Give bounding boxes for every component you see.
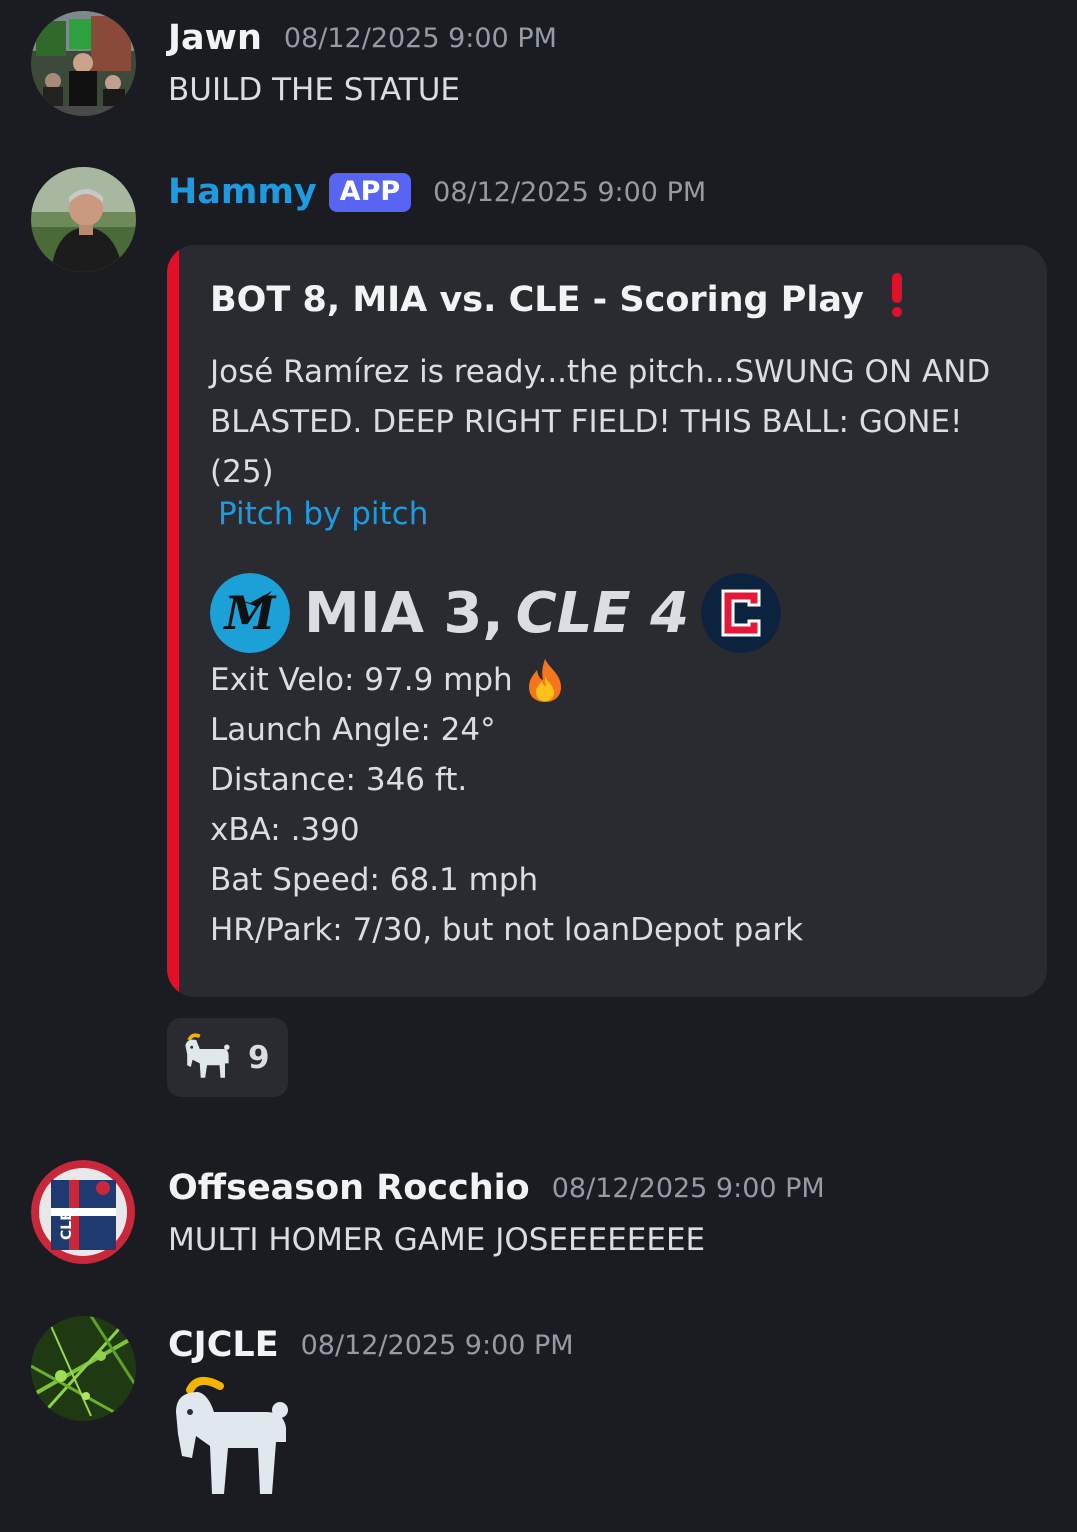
svg-text:M: M — [223, 586, 278, 640]
username[interactable]: Hammy — [168, 172, 317, 212]
svg-text:CLE: CLE — [59, 1211, 75, 1240]
username[interactable]: Offseason Rocchio — [168, 1168, 530, 1208]
embed-title-text: BOT 8, MIA vs. CLE - Scoring Play — [210, 280, 864, 320]
stat-hr-park: HR/Park: 7/30, but not loanDepot park — [210, 905, 803, 955]
guardians-logo — [701, 573, 782, 653]
goat-icon — [185, 1032, 230, 1078]
stat-exit-velo: Exit Velo: 97.9 mph — [210, 655, 803, 705]
stat-bat-speed: Bat Speed: 68.1 mph — [210, 855, 803, 905]
pitch-by-pitch-link[interactable]: Pitch by pitch — [218, 496, 428, 532]
score-away: MIA 3, — [304, 580, 504, 646]
timestamp: 08/12/2025 9:00 PM — [433, 176, 707, 208]
timestamp: 08/12/2025 9:00 PM — [300, 1329, 574, 1361]
message-header: Offseason Rocchio 08/12/2025 9:00 PM — [168, 1168, 825, 1208]
message-header: Hammy APP 08/12/2025 9:00 PM — [168, 172, 706, 212]
avatar-offseason-rocchio[interactable]: CLE — [31, 1160, 136, 1265]
avatar-hammy[interactable] — [31, 167, 136, 272]
message-hammy: Hammy APP 08/12/2025 9:00 PM BOT 8, MIA … — [0, 0, 1077, 1100]
message-content: MULTI HOMER GAME JOSEEEEEEEE — [168, 1222, 706, 1258]
reaction-goat[interactable]: 9 — [167, 1018, 288, 1097]
message-header: CJCLE 08/12/2025 9:00 PM — [168, 1325, 574, 1365]
stat-text: HR/Park: 7/30, but not loanDepot park — [210, 912, 804, 948]
reaction-count: 9 — [248, 1039, 270, 1076]
embed-description: José Ramírez is ready...the pitch...SWUN… — [210, 354, 991, 490]
stat-distance: Distance: 346 ft. — [210, 755, 803, 805]
stat-text: xBA: .390 — [210, 812, 360, 848]
timestamp: 08/12/2025 9:00 PM — [551, 1172, 825, 1204]
stats-list: Exit Velo: 97.9 mph Launch Angle: 24° Di… — [210, 655, 803, 955]
stat-text: Launch Angle: 24° — [210, 712, 496, 748]
app-badge: APP — [328, 172, 412, 212]
marlins-logo: M — [210, 573, 290, 653]
stat-text: Exit Velo: 97.9 mph — [210, 662, 513, 698]
embed-title: BOT 8, MIA vs. CLE - Scoring Play — [210, 273, 904, 320]
username[interactable]: CJCLE — [168, 1325, 279, 1365]
score-home: CLE 4 — [515, 580, 690, 646]
score-line: M MIA 3, CLE 4 — [210, 573, 782, 653]
fire-icon — [521, 656, 569, 704]
stat-text: Bat Speed: 68.1 mph — [210, 862, 539, 898]
stat-xba: xBA: .390 — [210, 805, 803, 855]
stat-launch-angle: Launch Angle: 24° — [210, 705, 803, 755]
stat-text: Distance: 346 ft. — [210, 762, 468, 798]
message-offseason-rocchio: CLE Offseason Rocchio 08/12/2025 9:00 PM… — [0, 1150, 1077, 1280]
avatar-cjcle[interactable] — [31, 1316, 136, 1421]
goat-icon — [176, 1376, 288, 1494]
scoring-play-embed: BOT 8, MIA vs. CLE - Scoring Play José R… — [167, 245, 1047, 997]
embed-accent-bar — [167, 245, 179, 997]
exclamation-icon — [878, 273, 904, 320]
